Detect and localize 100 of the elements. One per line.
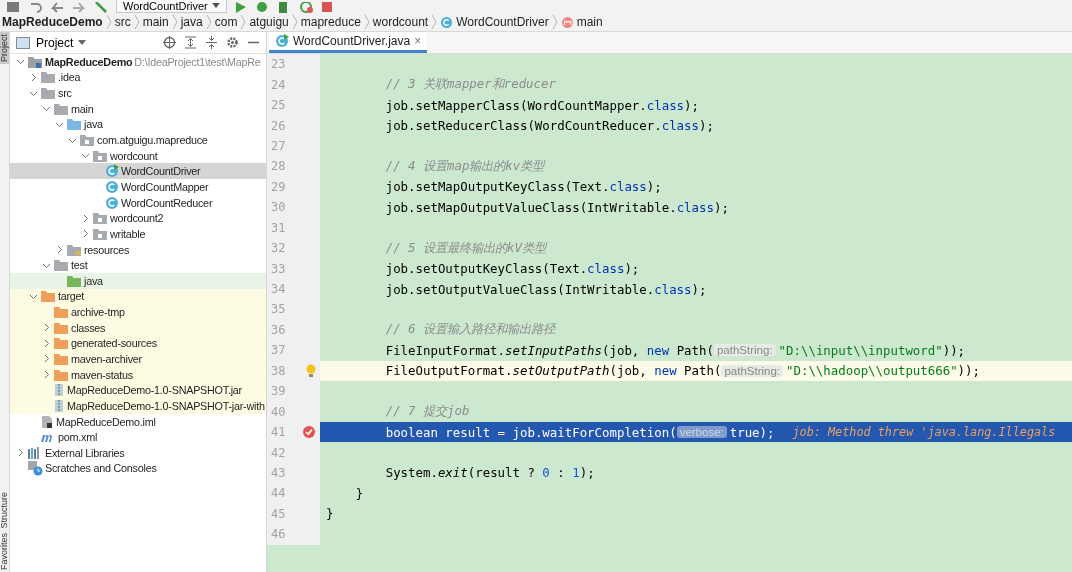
- chevron-icon: [240, 14, 247, 30]
- locate-icon[interactable]: [163, 36, 176, 49]
- code-text: job.setMapperClass(WordCountMapper.class);: [384, 97, 699, 113]
- expand-all-icon[interactable]: [184, 36, 197, 49]
- back-icon: [50, 2, 64, 13]
- code-text: job.setOutputKeyClass(Text.class);: [384, 261, 640, 277]
- profile-icon: [298, 2, 313, 13]
- breadcrumb-item[interactable]: WordCountDriver: [456, 15, 549, 29]
- tree-item-label: archive-tmp: [71, 306, 125, 319]
- code-text: "D:\\hadoop\\output666"));: [786, 363, 980, 379]
- runnable-class-icon: [105, 164, 119, 179]
- scratches-icon: [27, 460, 43, 477]
- parameter-hint: pathString:: [721, 364, 784, 377]
- chevron-down-icon[interactable]: [80, 151, 90, 161]
- line-number: 24: [271, 77, 286, 92]
- chevron-icon: [291, 14, 298, 30]
- tree-row[interactable]: com.atguigu.mapreduce: [10, 132, 266, 148]
- line-number: 29: [271, 179, 286, 194]
- tree-row[interactable]: .idea: [10, 69, 266, 86]
- chevron-icon: [133, 14, 140, 30]
- breadcrumb-item[interactable]: main: [142, 15, 169, 29]
- tree-item-label: generated-sources: [71, 337, 157, 350]
- resources-folder-icon: [66, 242, 82, 257]
- tree-item-label: WordCountReducer: [121, 196, 213, 209]
- line-number: 45: [271, 506, 286, 521]
- breadcrumb-item[interactable]: java: [180, 15, 203, 29]
- code-text: }: [354, 485, 364, 501]
- breadcrumb-item[interactable]: MapReduceDemo: [2, 15, 103, 29]
- inline-debug-value: job: Method threw 'java.lang.Illegals: [792, 425, 1056, 440]
- class-icon: [275, 34, 289, 48]
- line-number: 38: [271, 363, 286, 378]
- tree-row[interactable]: java: [10, 116, 266, 133]
- tree-row[interactable]: src: [10, 85, 266, 101]
- method-icon: [560, 15, 574, 29]
- breadcrumb-item[interactable]: src: [114, 15, 131, 29]
- run-configuration-dropdown[interactable]: WordCountDriver: [116, 0, 227, 13]
- code-text: System.exit(result ? 0 : 1);: [384, 465, 595, 481]
- editor-tab[interactable]: WordCountDriver.java ×: [269, 32, 428, 53]
- tree-item-label: maven-archiver: [71, 353, 142, 365]
- collapse-all-icon[interactable]: [205, 36, 218, 49]
- breadcrumb-item[interactable]: atguigu: [249, 15, 289, 29]
- line-number: 44: [271, 486, 286, 501]
- project-view-dropdown[interactable]: Project: [36, 35, 87, 50]
- chevron-icon: [431, 14, 438, 30]
- class-icon: [440, 15, 454, 29]
- line-number: 32: [271, 241, 286, 256]
- tree-row[interactable]: test: [10, 257, 266, 273]
- settings-icon[interactable]: [226, 36, 239, 49]
- breadcrumb-item[interactable]: wordcount: [372, 15, 429, 29]
- tree-item-label: resources: [84, 243, 130, 256]
- chevron-down-icon[interactable]: [15, 57, 25, 67]
- tree-item-label: MapReduceDemo-1.0-SNAPSHOT.jar: [67, 384, 242, 397]
- code-comment: // 5 设置最终输出的kV类型: [384, 239, 546, 257]
- tree-row[interactable]: WordCountDriver: [10, 163, 266, 180]
- forward-icon: [72, 2, 86, 13]
- line-number: 33: [271, 261, 286, 276]
- chevron-icon: [205, 14, 212, 30]
- tree-row[interactable]: External Libraries: [10, 445, 266, 461]
- package-icon: [92, 226, 108, 241]
- tree-row[interactable]: WordCountReducer: [10, 194, 266, 211]
- line-number: 43: [271, 465, 286, 480]
- breadcrumb-item[interactable]: com: [214, 15, 238, 29]
- tree-row[interactable]: maven-archiver: [10, 351, 266, 367]
- breadcrumb-item[interactable]: mapreduce: [300, 15, 361, 29]
- tree-row[interactable]: MapReduceDemo-1.0-SNAPSHOT-jar-with: [10, 398, 266, 414]
- tree-row[interactable]: writable: [10, 226, 266, 242]
- tree-row[interactable]: archive-tmp: [10, 304, 266, 320]
- tree-row[interactable]: wordcount2: [10, 210, 266, 227]
- tree-row[interactable]: WordCountMapper: [10, 179, 266, 195]
- tree-row[interactable]: pom.xml: [10, 429, 266, 445]
- tree-item-label: MapReduceDemo-1.0-SNAPSHOT-jar-with: [67, 399, 265, 412]
- panel-icon: [16, 36, 30, 49]
- undo-icon: [28, 2, 42, 13]
- line-number: 37: [271, 343, 286, 358]
- close-icon[interactable]: ×: [414, 34, 422, 48]
- code-text: job.setOutputValueClass(IntWritable.class);: [384, 281, 707, 297]
- folder-icon: [53, 101, 69, 116]
- line-number: 42: [271, 445, 286, 460]
- breadcrumb-item[interactable]: main: [576, 15, 603, 29]
- tree-item-label: Scratches and Consoles: [45, 462, 157, 475]
- tree-item-label: maven-status: [71, 368, 133, 381]
- tree-item-label: wordcount: [110, 149, 158, 162]
- tree-item-label: writable: [110, 227, 146, 240]
- tree-row[interactable]: resources: [10, 241, 266, 258]
- folder-icon: [66, 117, 82, 132]
- tree-row[interactable]: MapReduceDemo D:\IdeaProject1\test\MapRe: [10, 54, 266, 70]
- tree-row[interactable]: wordcount: [10, 147, 266, 164]
- line-number: 23: [271, 57, 286, 72]
- tree-row[interactable]: MapReduceDemo.iml: [10, 413, 266, 430]
- code-comment: // 4 设置map输出的kv类型: [384, 157, 545, 175]
- code-comment: // 6 设置输入路径和输出路径: [384, 321, 555, 339]
- tree-row[interactable]: MapReduceDemo-1.0-SNAPSHOT.jar: [10, 382, 266, 399]
- parameter-hint: verbose:: [676, 426, 727, 439]
- tree-row[interactable]: main: [10, 100, 266, 117]
- chevron-icon: [363, 14, 370, 30]
- tree-item-label: main: [71, 102, 94, 115]
- tree-row[interactable]: Scratches and Consoles: [10, 460, 266, 477]
- code-comment: // 7 提交job: [384, 403, 470, 421]
- tree-row[interactable]: java: [10, 272, 266, 289]
- chevron-down-icon[interactable]: [41, 104, 51, 114]
